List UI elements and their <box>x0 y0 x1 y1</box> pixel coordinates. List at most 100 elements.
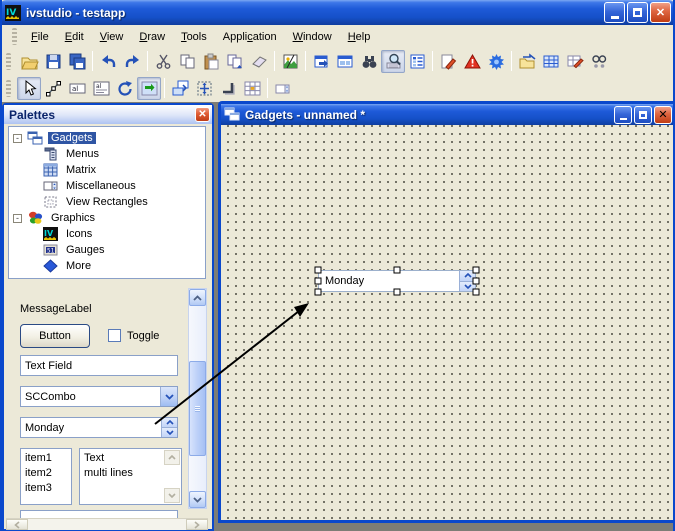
multiline-label-button[interactable]: al <box>89 77 113 100</box>
collapse-icon[interactable]: - <box>13 134 22 143</box>
rotate-button[interactable] <box>113 77 137 100</box>
paste-button[interactable] <box>199 50 223 73</box>
checkbox-icon[interactable] <box>108 329 121 342</box>
snap-corner-button[interactable] <box>216 77 240 100</box>
menu-tools[interactable]: Tools <box>173 28 215 46</box>
menu-application[interactable]: Application <box>215 28 285 46</box>
selection-handle[interactable] <box>315 278 322 285</box>
zoom-tool-button[interactable] <box>381 50 405 73</box>
copy-button[interactable] <box>175 50 199 73</box>
find-binoculars-button[interactable] <box>357 50 381 73</box>
spin-combo-gadget[interactable]: Monday <box>20 417 178 438</box>
text-area-gadget[interactable]: Text multi lines <box>79 448 182 505</box>
palettes-titlebar[interactable]: Palettes ✕ <box>4 105 212 124</box>
selection-handle[interactable] <box>394 267 401 274</box>
tree-item-gadgets[interactable]: - Gadgets <box>9 130 205 146</box>
menu-file[interactable]: File <box>23 28 57 46</box>
matrix-table-button[interactable] <box>240 77 264 100</box>
spin-down-button[interactable] <box>162 427 177 437</box>
open-folder-button[interactable] <box>17 50 41 73</box>
tree-item-icons[interactable]: IV Icons <box>9 226 205 242</box>
menu-help[interactable]: Help <box>340 28 379 46</box>
save-all-button[interactable] <box>65 50 89 73</box>
list-item[interactable]: item2 <box>25 466 71 481</box>
undo-button[interactable] <box>96 50 120 73</box>
save-button[interactable] <box>41 50 65 73</box>
selection-handle[interactable] <box>473 267 480 274</box>
child-close-button[interactable]: ✕ <box>654 106 672 124</box>
toolbar-grip[interactable] <box>6 53 11 70</box>
grid-edit-button[interactable] <box>563 50 587 73</box>
selection-handle[interactable] <box>315 267 322 274</box>
refresh-button[interactable] <box>137 77 161 100</box>
palette-horizontal-scrollbar[interactable] <box>6 518 208 530</box>
scrollbar-thumb[interactable] <box>189 361 206 456</box>
menu-view[interactable]: View <box>92 28 132 46</box>
maximize-button[interactable] <box>627 2 648 23</box>
palette-vertical-scrollbar[interactable] <box>188 288 207 509</box>
list-gadget[interactable]: item1 item2 item3 <box>20 448 72 505</box>
palettes-close-button[interactable]: ✕ <box>195 107 210 122</box>
message-label-gadget[interactable]: MessageLabel <box>20 303 92 315</box>
selection-handle[interactable] <box>394 289 401 296</box>
folder-export-button[interactable] <box>515 50 539 73</box>
window-move-button[interactable] <box>309 50 333 73</box>
menu-edit[interactable]: Edit <box>57 28 92 46</box>
gadgets-window-titlebar[interactable]: Gadgets - unnamed * ✕ <box>221 104 674 125</box>
minimize-button[interactable] <box>604 2 625 23</box>
tree-item-view-rectangles[interactable]: View Rectangles <box>9 194 205 210</box>
selected-gadget[interactable]: Monday <box>318 270 476 292</box>
combo-gadget-button[interactable] <box>271 77 295 100</box>
button-gadget[interactable]: Button <box>20 324 90 348</box>
debug-gear-button[interactable] <box>484 50 508 73</box>
tree-item-more[interactable]: More <box>9 258 205 274</box>
note-edit-button[interactable] <box>436 50 460 73</box>
sccombo-gadget[interactable]: SCCombo <box>20 386 178 407</box>
fit-resize-button[interactable] <box>192 77 216 100</box>
cut-button[interactable] <box>151 50 175 73</box>
error-triangle-button[interactable] <box>460 50 484 73</box>
scroll-up-button[interactable] <box>189 289 206 306</box>
titlebar[interactable]: IV ivstudio - testapp ✕ <box>0 0 675 25</box>
spin-up-button[interactable] <box>162 418 177 427</box>
redo-button[interactable] <box>120 50 144 73</box>
toolbar-grip[interactable] <box>12 28 17 45</box>
tree-item-graphics[interactable]: - Graphics <box>9 210 205 226</box>
tree-item-gauges[interactable]: 51 Gauges <box>9 242 205 258</box>
menu-window[interactable]: Window <box>285 28 340 46</box>
toolbar-grip[interactable] <box>6 80 11 97</box>
combo-dropdown-button[interactable] <box>160 387 177 406</box>
list-item[interactable]: item1 <box>25 451 71 466</box>
bring-front-button[interactable] <box>168 77 192 100</box>
scroll-right-button[interactable] <box>186 519 208 530</box>
close-button[interactable]: ✕ <box>650 2 671 23</box>
scroll-left-button[interactable] <box>6 519 28 530</box>
list-item[interactable]: item3 <box>25 481 71 496</box>
menu-draw[interactable]: Draw <box>131 28 173 46</box>
child-maximize-button[interactable] <box>634 106 652 124</box>
grid-window-button[interactable] <box>539 50 563 73</box>
tree-item-menus[interactable]: Menus <box>9 146 205 162</box>
scroll-down-button[interactable] <box>189 491 206 508</box>
window-panels-button[interactable] <box>333 50 357 73</box>
design-canvas[interactable]: Monday <box>221 125 674 520</box>
find-members-button[interactable] <box>587 50 611 73</box>
tree-panel-button[interactable] <box>405 50 429 73</box>
collapse-icon[interactable]: - <box>13 214 22 223</box>
edit-points-button[interactable] <box>41 77 65 100</box>
selection-handle[interactable] <box>473 289 480 296</box>
scroll-down-button[interactable] <box>164 488 180 503</box>
selection-handle[interactable] <box>473 278 480 285</box>
text-field-gadget[interactable]: Text Field <box>20 355 178 376</box>
scroll-up-button[interactable] <box>164 450 180 465</box>
select-arrow-button[interactable] <box>17 77 41 100</box>
eraser-button[interactable] <box>247 50 271 73</box>
child-minimize-button[interactable] <box>614 106 632 124</box>
tree-item-matrix[interactable]: Matrix <box>9 162 205 178</box>
label-button[interactable]: al <box>65 77 89 100</box>
selection-handle[interactable] <box>315 289 322 296</box>
image-viewer-button[interactable] <box>278 50 302 73</box>
tree-item-miscellaneous[interactable]: Miscellaneous <box>9 178 205 194</box>
toggle-gadget[interactable]: Toggle <box>108 329 159 342</box>
duplicate-button[interactable] <box>223 50 247 73</box>
